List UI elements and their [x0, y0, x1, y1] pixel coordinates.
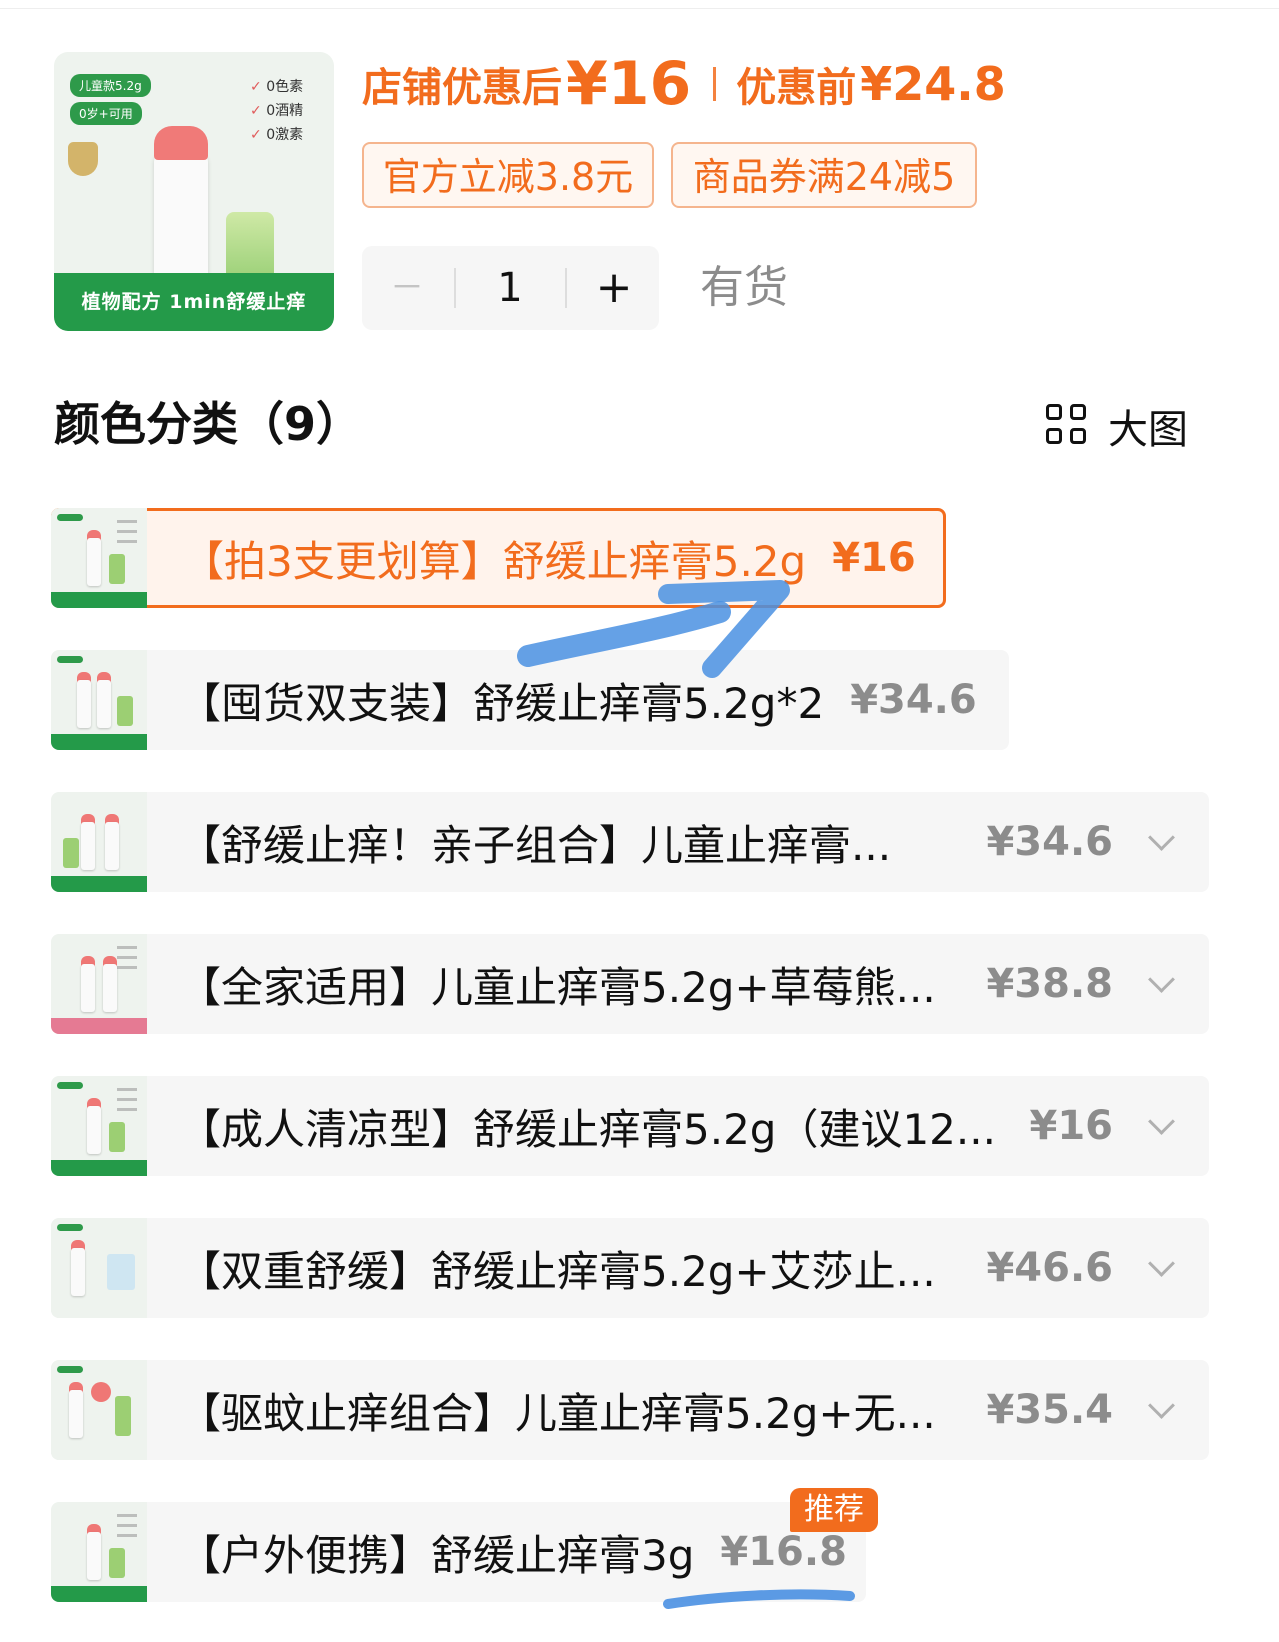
annotation-underline — [663, 1589, 855, 1609]
annotation-layer — [517, 580, 855, 1609]
annotation-arrow — [517, 601, 731, 667]
